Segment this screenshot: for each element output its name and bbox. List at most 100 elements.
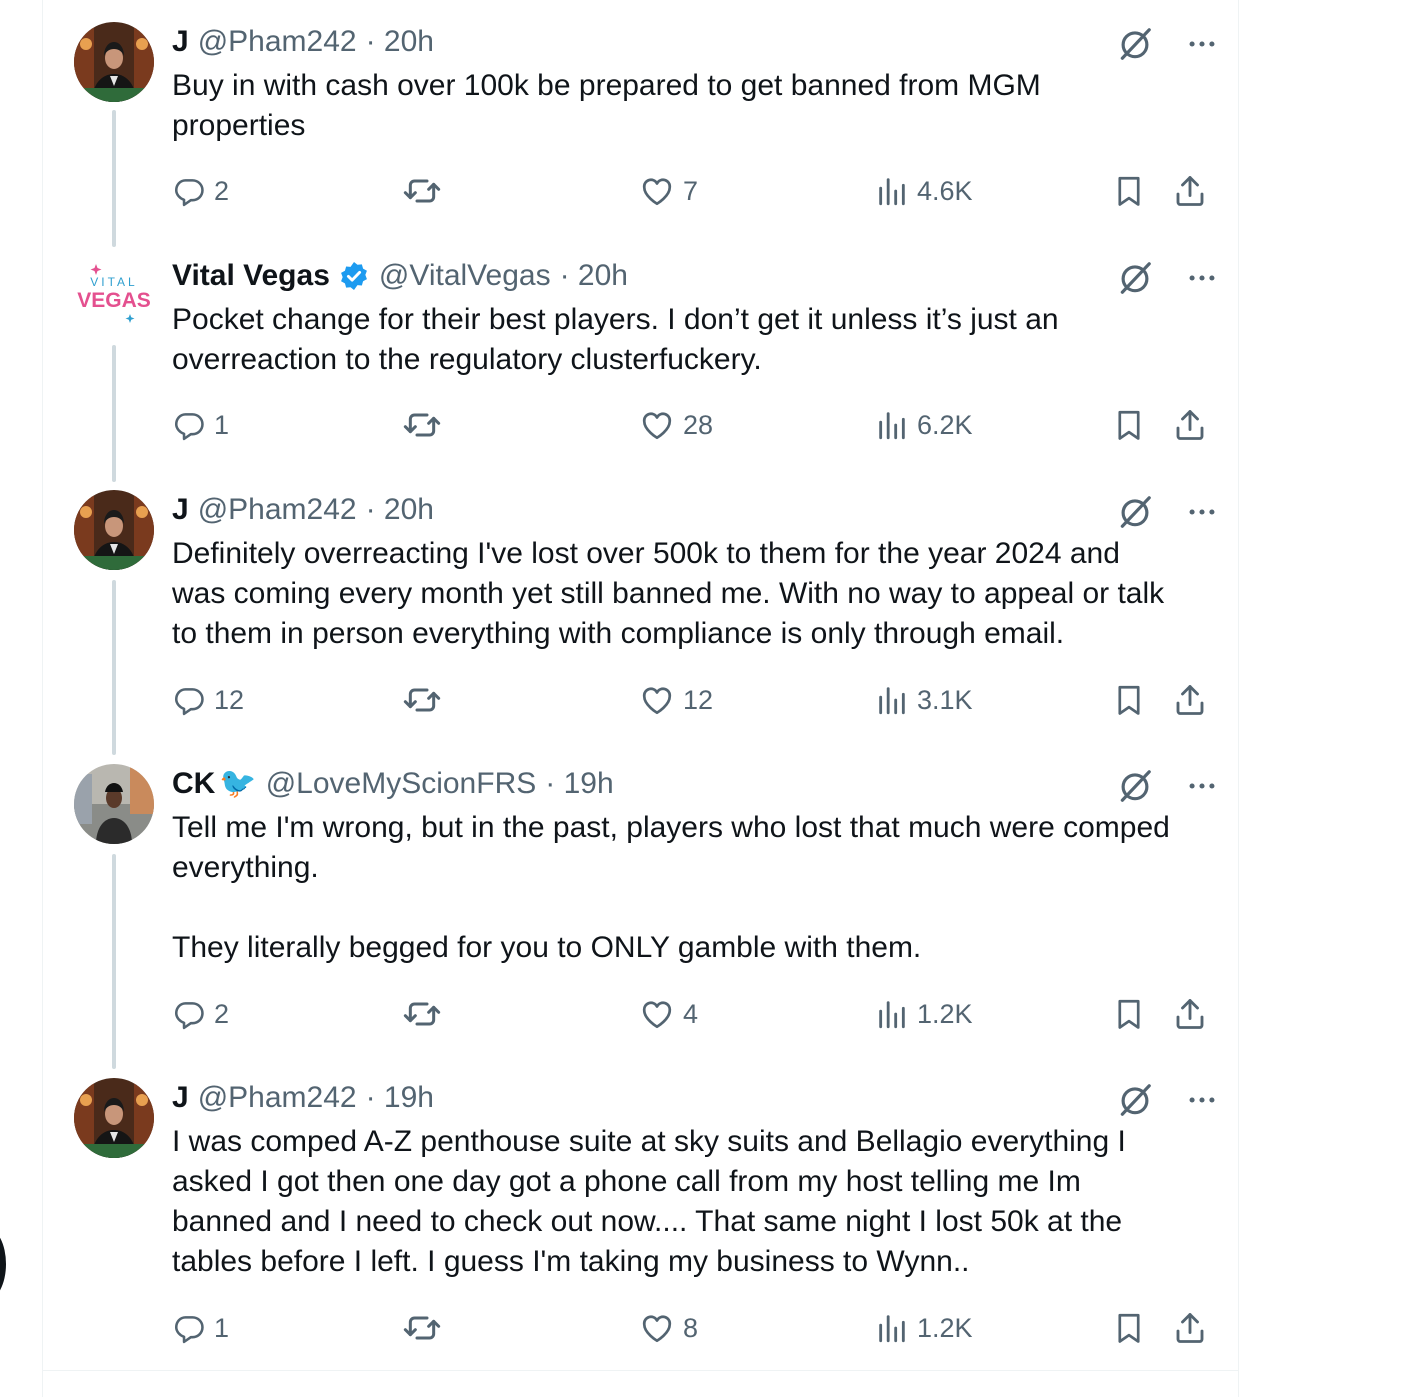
like-count: 8 <box>683 1312 699 1343</box>
like-button[interactable]: 12 <box>639 680 713 720</box>
reply-button[interactable]: 2 <box>172 994 229 1034</box>
view-count: 1.2K <box>917 998 973 1029</box>
heart-icon <box>639 173 675 209</box>
heart-icon <box>639 996 675 1032</box>
timestamp[interactable]: · 19h <box>366 1078 434 1118</box>
retweet-button[interactable] <box>402 680 450 720</box>
bird-emoji: 🐦 <box>219 767 257 800</box>
bookmark-button[interactable] <box>1112 171 1146 211</box>
views-button[interactable]: 4.6K <box>875 171 973 211</box>
handle[interactable]: @VitalVegas <box>379 256 551 296</box>
display-name[interactable]: CK <box>172 764 215 804</box>
tweet[interactable]: J @Pham242 · 19h I was comped A-Z pentho… <box>0 1056 1239 1370</box>
handle[interactable]: @Pham242 <box>198 1078 357 1118</box>
handle[interactable]: @Pham242 <box>198 490 357 530</box>
grok-icon[interactable] <box>1116 25 1154 63</box>
like-button[interactable]: 7 <box>639 171 698 211</box>
view-count: 3.1K <box>917 684 973 715</box>
reply-icon <box>172 683 206 717</box>
reply-icon <box>172 1311 206 1345</box>
grok-icon[interactable] <box>1116 259 1154 297</box>
share-button[interactable] <box>1172 1308 1208 1348</box>
tweet[interactable]: CK 🐦 @LoveMyScionFRS · 19h Tell me I'm w… <box>0 742 1239 1056</box>
more-options-icon[interactable] <box>1185 27 1219 61</box>
divider <box>42 1370 1239 1371</box>
avatar[interactable]: VITAL VEGAS <box>74 256 154 336</box>
bookmark-icon <box>1112 406 1146 444</box>
retweet-button[interactable] <box>402 171 450 211</box>
reply-icon <box>172 174 206 208</box>
heart-icon <box>639 1310 675 1346</box>
grok-icon[interactable] <box>1116 767 1154 805</box>
reply-count: 12 <box>214 684 245 715</box>
reply-button[interactable]: 2 <box>172 171 229 211</box>
display-name[interactable]: J <box>172 22 189 62</box>
share-button[interactable] <box>1172 405 1208 445</box>
display-name[interactable]: Vital Vegas <box>172 256 330 296</box>
reply-button[interactable]: 1 <box>172 1308 229 1348</box>
display-name[interactable]: J <box>172 490 189 530</box>
bookmark-icon <box>1112 172 1146 210</box>
more-options-icon[interactable] <box>1185 769 1219 803</box>
bookmark-button[interactable] <box>1112 1308 1146 1348</box>
timestamp[interactable]: · 20h <box>560 256 628 296</box>
timestamp[interactable]: · 19h <box>545 764 613 804</box>
tweet-text: Buy in with cash over 100k be prepared t… <box>172 69 1041 142</box>
tweet-header: CK 🐦 @LoveMyScionFRS · 19h <box>172 764 614 804</box>
views-button[interactable]: 1.2K <box>875 994 973 1034</box>
avatar[interactable] <box>74 1078 154 1158</box>
like-count: 7 <box>683 175 699 206</box>
reply-button[interactable]: 1 <box>172 405 229 445</box>
suited-man-avatar-icon <box>74 22 154 102</box>
handle[interactable]: @Pham242 <box>198 22 357 62</box>
bookmark-button[interactable] <box>1112 405 1146 445</box>
bookmark-button[interactable] <box>1112 680 1146 720</box>
grok-icon[interactable] <box>1116 493 1154 531</box>
like-button[interactable]: 4 <box>639 994 698 1034</box>
retweet-icon <box>402 171 442 211</box>
avatar[interactable] <box>74 490 154 570</box>
bookmark-icon <box>1112 681 1146 719</box>
retweet-icon <box>402 1308 442 1348</box>
handle[interactable]: @LoveMyScionFRS <box>266 764 537 804</box>
more-options-icon[interactable] <box>1185 495 1219 529</box>
retweet-button[interactable] <box>402 994 450 1034</box>
bookmark-icon <box>1112 995 1146 1033</box>
like-count: 12 <box>683 684 714 715</box>
vital-vegas-logo-icon: VITAL VEGAS <box>77 264 151 323</box>
timestamp[interactable]: · 20h <box>366 22 434 62</box>
bookmark-button[interactable] <box>1112 994 1146 1034</box>
views-button[interactable]: 3.1K <box>875 680 973 720</box>
timestamp[interactable]: · 20h <box>366 490 434 530</box>
retweet-button[interactable] <box>402 405 450 445</box>
like-button[interactable]: 28 <box>639 405 713 445</box>
share-icon <box>1172 172 1208 210</box>
share-button[interactable] <box>1172 994 1208 1034</box>
heart-icon <box>639 682 675 718</box>
views-button[interactable]: 6.2K <box>875 405 973 445</box>
share-button[interactable] <box>1172 680 1208 720</box>
like-button[interactable]: 8 <box>639 1308 698 1348</box>
tweet[interactable]: VITAL VEGAS Vital Vegas @VitalVegas · 20… <box>0 234 1239 468</box>
views-icon <box>875 997 909 1031</box>
retweet-icon <box>402 405 442 445</box>
share-button[interactable] <box>1172 171 1208 211</box>
grok-icon[interactable] <box>1116 1081 1154 1119</box>
tweet[interactable]: J @Pham242 · 20h Buy in with cash over 1… <box>0 0 1239 234</box>
more-options-icon[interactable] <box>1185 1083 1219 1117</box>
avatar[interactable] <box>74 22 154 102</box>
views-button[interactable]: 1.2K <box>875 1308 973 1348</box>
reply-button[interactable]: 12 <box>172 680 244 720</box>
action-bar: 12 12 3.1K <box>172 680 1207 720</box>
reply-icon <box>172 408 206 442</box>
view-count: 6.2K <box>917 409 973 440</box>
retweet-button[interactable] <box>402 1308 450 1348</box>
display-name[interactable]: J <box>172 1078 189 1118</box>
share-icon <box>1172 995 1208 1033</box>
tweet-header: J @Pham242 · 20h <box>172 22 434 62</box>
avatar[interactable] <box>74 764 154 844</box>
tweet[interactable]: J @Pham242 · 20h Definitely overreacting… <box>0 468 1239 742</box>
views-icon <box>875 683 909 717</box>
more-options-icon[interactable] <box>1185 261 1219 295</box>
bookmark-icon <box>1112 1309 1146 1347</box>
